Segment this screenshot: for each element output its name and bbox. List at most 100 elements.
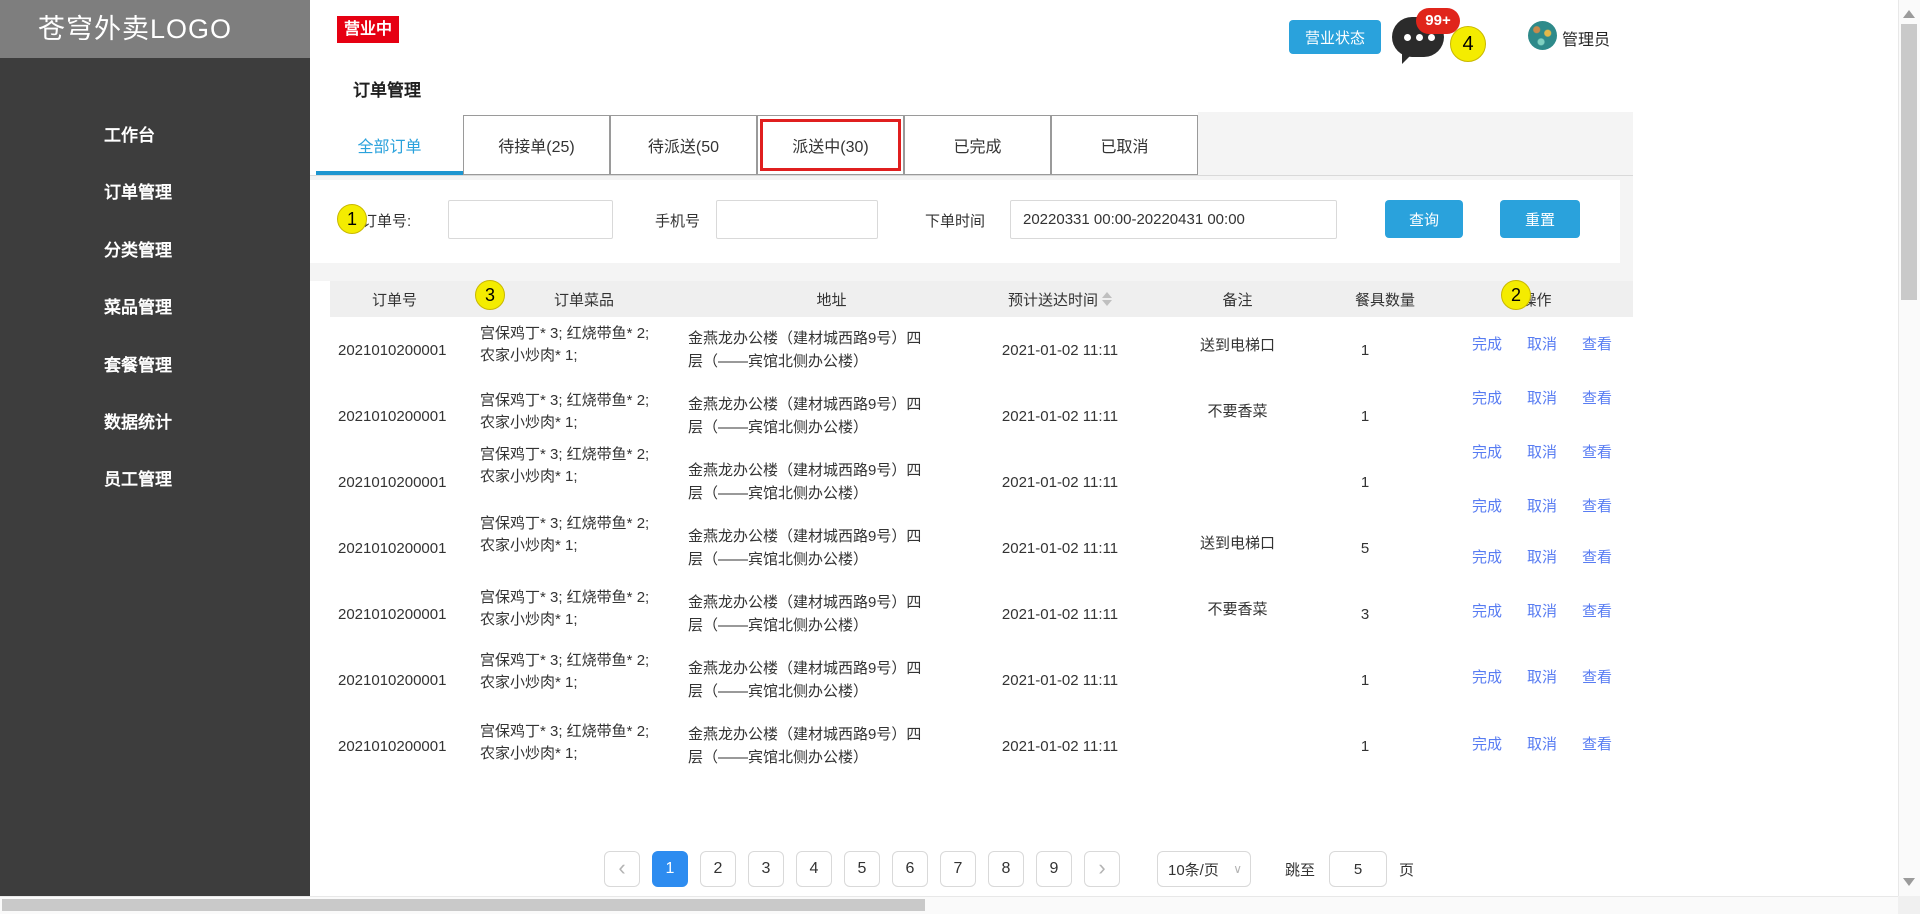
horizontal-scrollbar-thumb[interactable] (2, 899, 925, 911)
cell-order-no: 2021010200001 (330, 342, 480, 359)
cell-delivery-time: 2021-01-02 11:11 (975, 540, 1145, 557)
cell-remark: 送到电梯口 (1145, 532, 1330, 553)
page-button-5[interactable]: 5 (844, 851, 880, 887)
page-button-7[interactable]: 7 (940, 851, 976, 887)
annotation-circle-3: 3 (475, 280, 505, 310)
order-time-label: 下单时间 (925, 210, 985, 231)
cell-tableware-count: 5 (1330, 540, 1440, 557)
row-actions: 完成 取消 查看 (1472, 387, 1612, 408)
view-link[interactable]: 查看 (1582, 441, 1612, 462)
header-address: 地址 (688, 289, 975, 310)
row-actions: 完成 取消 查看 (1472, 733, 1612, 754)
cancel-link[interactable]: 取消 (1527, 546, 1557, 567)
page-button-8[interactable]: 8 (988, 851, 1024, 887)
header-delivery-time[interactable]: 预计送达时间 (975, 289, 1145, 310)
row-actions: 完成 取消 查看 (1472, 441, 1612, 462)
complete-link[interactable]: 完成 (1472, 441, 1502, 462)
cell-tableware-count: 1 (1330, 342, 1440, 359)
page-size-select[interactable]: 10条/页 ∨ (1157, 851, 1251, 887)
cell-dishes: 宫保鸡丁* 3; 红烧带鱼* 2; 农家小炒肉* 1; (480, 513, 688, 557)
tab-completed[interactable]: 已完成 (904, 115, 1051, 175)
table-row: 2021010200001 宫保鸡丁* 3; 红烧带鱼* 2; 农家小炒肉* 1… (330, 449, 1633, 515)
orders-table-body: 2021010200001 宫保鸡丁* 3; 红烧带鱼* 2; 农家小炒肉* 1… (330, 317, 1633, 779)
business-status-button[interactable]: 营业状态 (1289, 20, 1381, 54)
chat-dot-icon (1428, 34, 1435, 41)
next-page-button[interactable]: › (1084, 851, 1120, 887)
complete-link[interactable]: 完成 (1472, 333, 1502, 354)
prev-page-button[interactable]: ‹ (604, 851, 640, 887)
cancel-link[interactable]: 取消 (1527, 441, 1557, 462)
cell-remark: 送到电梯口 (1145, 334, 1330, 355)
tab-all-orders[interactable]: 全部订单 (316, 115, 463, 175)
order-time-range-input[interactable] (1010, 200, 1337, 239)
complete-link[interactable]: 完成 (1472, 495, 1502, 516)
scroll-up-arrow-icon[interactable] (1903, 10, 1915, 18)
page-button-9[interactable]: 9 (1036, 851, 1072, 887)
annotation-circle-4: 4 (1450, 26, 1486, 62)
reset-button[interactable]: 重置 (1500, 200, 1580, 238)
complete-link[interactable]: 完成 (1472, 733, 1502, 754)
cell-delivery-time: 2021-01-02 11:11 (975, 738, 1145, 755)
vertical-scrollbar-thumb[interactable] (1901, 24, 1917, 300)
complete-link[interactable]: 完成 (1472, 387, 1502, 408)
cell-tableware-count: 1 (1330, 672, 1440, 689)
sidebar-item-categories[interactable]: 分类管理 (0, 222, 310, 279)
cancel-link[interactable]: 取消 (1527, 387, 1557, 408)
complete-link[interactable]: 完成 (1472, 666, 1502, 687)
orders-table-header: 订单号 订单菜品 地址 预计送达时间 备注 餐具数量 操作 (330, 281, 1633, 317)
sidebar-item-setmeals[interactable]: 套餐管理 (0, 337, 310, 394)
page-button-6[interactable]: 6 (892, 851, 928, 887)
view-link[interactable]: 查看 (1582, 666, 1612, 687)
user-name: 管理员 (1562, 26, 1610, 50)
search-button[interactable]: 查询 (1385, 200, 1463, 238)
cancel-link[interactable]: 取消 (1527, 600, 1557, 621)
business-open-badge: 营业中 (337, 16, 399, 43)
header-tableware: 餐具数量 (1330, 289, 1440, 310)
cell-dishes: 宫保鸡丁* 3; 红烧带鱼* 2; 农家小炒肉* 1; (480, 444, 688, 488)
page-button-3[interactable]: 3 (748, 851, 784, 887)
cancel-link[interactable]: 取消 (1527, 495, 1557, 516)
chat-bubble-tail-icon (1402, 50, 1416, 64)
sidebar-item-employees[interactable]: 员工管理 (0, 451, 310, 508)
cell-delivery-time: 2021-01-02 11:11 (975, 474, 1145, 491)
sort-caret-icon[interactable] (1102, 292, 1112, 306)
sidebar-item-dishes[interactable]: 菜品管理 (0, 279, 310, 336)
sidebar-item-workbench[interactable]: 工作台 (0, 107, 310, 164)
view-link[interactable]: 查看 (1582, 387, 1612, 408)
view-link[interactable]: 查看 (1582, 600, 1612, 621)
view-link[interactable]: 查看 (1582, 733, 1612, 754)
order-no-label: 订单号: (362, 210, 411, 231)
tab-pending-dispatch[interactable]: 待派送(50 (610, 115, 757, 175)
page-unit-label: 页 (1399, 859, 1414, 880)
annotation-circle-1: 1 (337, 204, 367, 234)
sidebar-item-orders[interactable]: 订单管理 (0, 164, 310, 221)
app-logo: 苍穹外卖LOGO (0, 0, 310, 58)
header-actions: 操作 (1440, 289, 1633, 310)
order-no-input[interactable] (448, 200, 613, 239)
complete-link[interactable]: 完成 (1472, 600, 1502, 621)
view-link[interactable]: 查看 (1582, 546, 1612, 567)
page-button-1[interactable]: 1 (652, 851, 688, 887)
page-button-2[interactable]: 2 (700, 851, 736, 887)
chevron-down-icon: ∨ (1233, 862, 1242, 876)
jump-to-label: 跳至 (1285, 859, 1315, 880)
order-status-tabs: 全部订单 待接单(25) 待派送(50 派送中(30) 已完成 已取消 (316, 115, 1198, 175)
jump-to-page-input[interactable] (1329, 851, 1387, 887)
tab-pending-accept[interactable]: 待接单(25) (463, 115, 610, 175)
view-link[interactable]: 查看 (1582, 495, 1612, 516)
cancel-link[interactable]: 取消 (1527, 733, 1557, 754)
page-button-4[interactable]: 4 (796, 851, 832, 887)
tab-cancelled[interactable]: 已取消 (1051, 115, 1198, 175)
view-link[interactable]: 查看 (1582, 333, 1612, 354)
tabs-strip-divider (310, 175, 1633, 176)
cell-address: 金燕龙办公楼（建材城西路9号）四层（——宾馆北侧办公楼） (688, 459, 975, 505)
complete-link[interactable]: 完成 (1472, 546, 1502, 567)
row-actions: 完成 取消 查看 (1472, 666, 1612, 687)
sidebar-item-statistics[interactable]: 数据统计 (0, 394, 310, 451)
user-avatar[interactable] (1528, 21, 1557, 50)
phone-input[interactable] (716, 200, 878, 239)
cancel-link[interactable]: 取消 (1527, 333, 1557, 354)
scroll-down-arrow-icon[interactable] (1903, 878, 1915, 886)
cancel-link[interactable]: 取消 (1527, 666, 1557, 687)
cell-order-no: 2021010200001 (330, 540, 480, 557)
